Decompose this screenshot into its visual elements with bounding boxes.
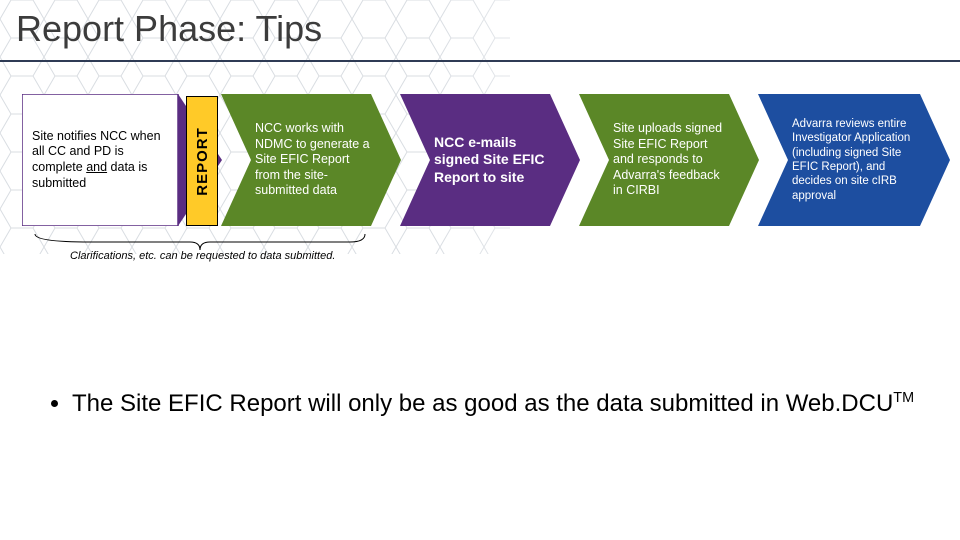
- bullet-point: The Site EFIC Report will only be as goo…: [50, 388, 920, 419]
- step-5: Advarra reviews entire Investigator Appl…: [758, 94, 950, 226]
- step-3: NCC e-mails signed Site EFIC Report to s…: [400, 94, 580, 226]
- title-underline: [0, 60, 960, 62]
- step-3-text: NCC e-mails signed Site EFIC Report to s…: [434, 104, 550, 216]
- page-title: Report Phase: Tips: [16, 8, 322, 50]
- clarification-text: Clarifications, etc. can be requested to…: [70, 250, 335, 262]
- step-4: Site uploads signed Site EFIC Report and…: [579, 94, 759, 226]
- report-tab-label: REPORT: [194, 127, 211, 196]
- process-flow: Site notifies NCC when all CC and PD is …: [0, 94, 960, 234]
- report-tab: REPORT: [186, 96, 218, 226]
- clarification-brace: [30, 232, 370, 252]
- step-1-text: Site notifies NCC when all CC and PD is …: [32, 104, 172, 216]
- step-5-text: Advarra reviews entire Investigator Appl…: [792, 104, 920, 216]
- step-2-text: NCC works with NDMC to generate a Site E…: [255, 104, 371, 216]
- step-2: NCC works with NDMC to generate a Site E…: [221, 94, 401, 226]
- step-4-text: Site uploads signed Site EFIC Report and…: [613, 104, 729, 216]
